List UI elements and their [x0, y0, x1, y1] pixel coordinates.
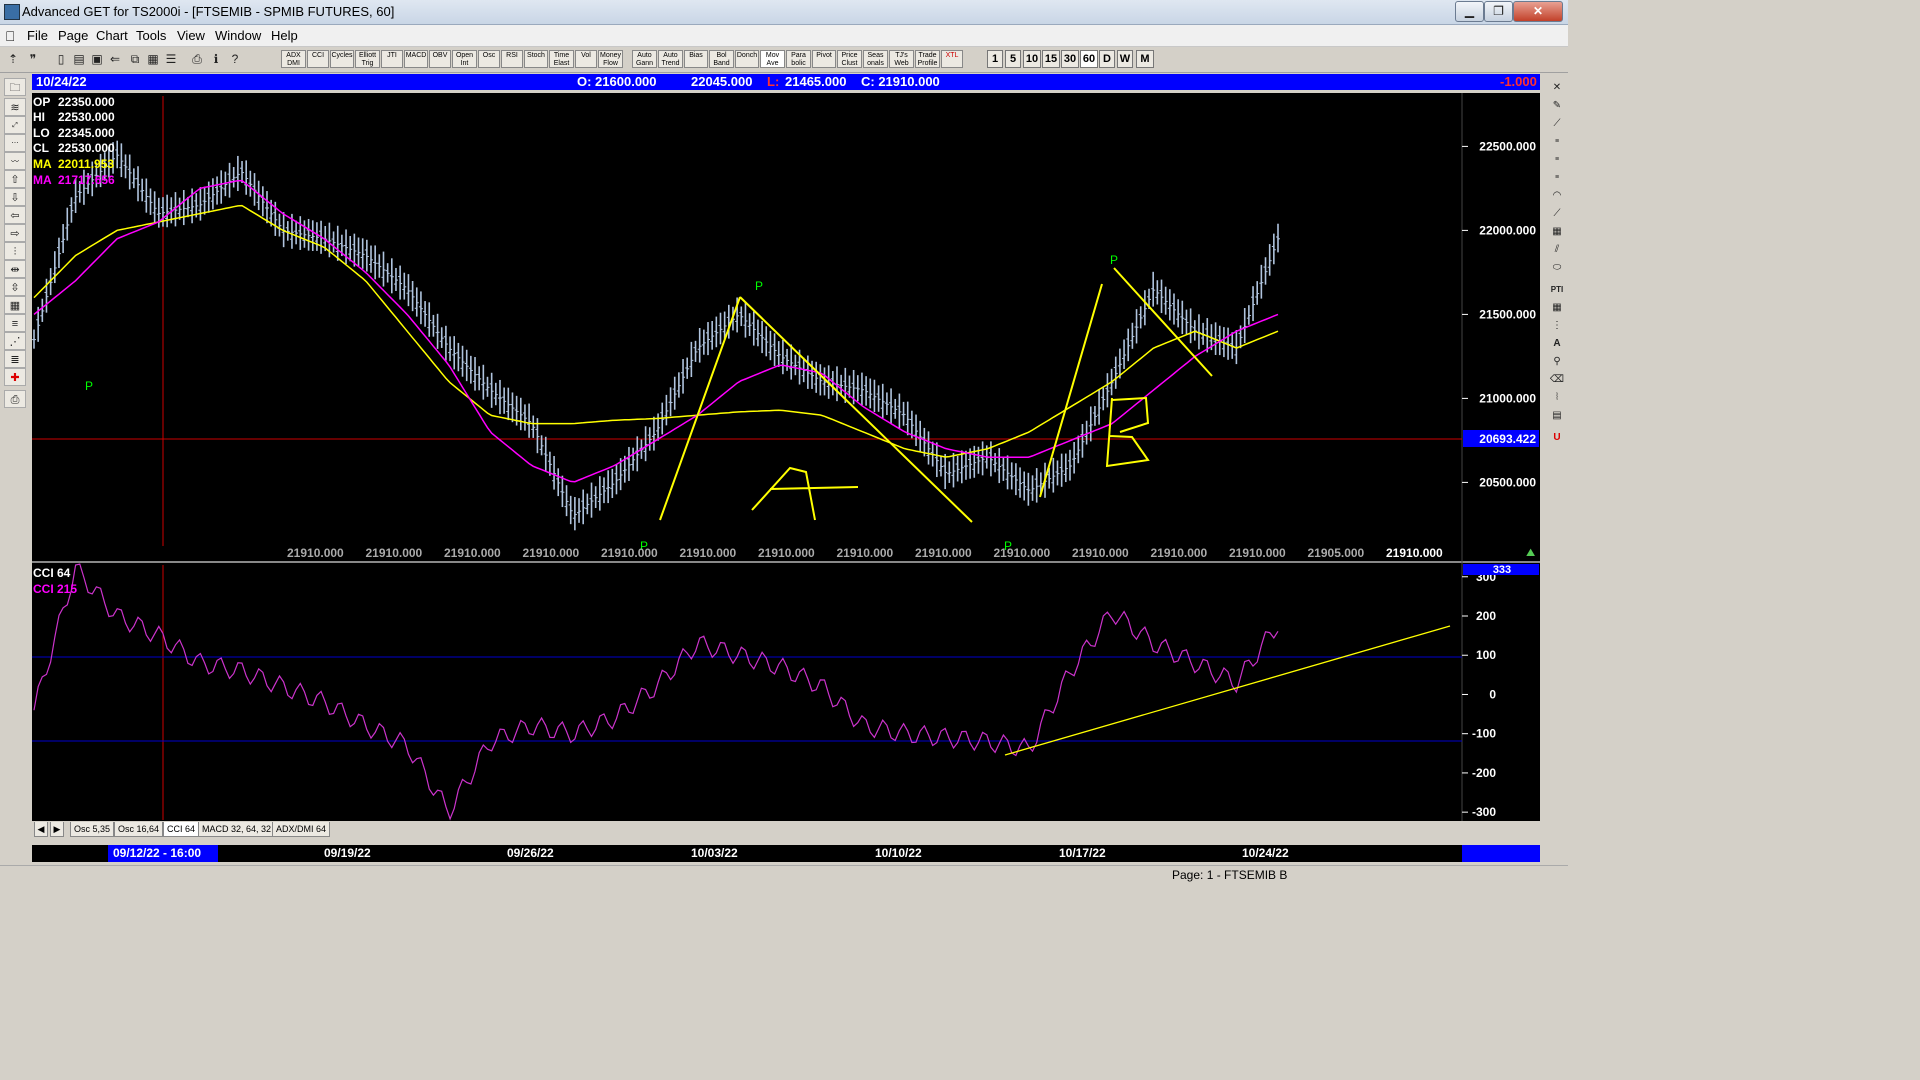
- cci-tick-label: 0: [1489, 687, 1496, 701]
- readout-ma-fast-label: MA: [33, 157, 52, 171]
- cci-axis-bg: [1462, 563, 1540, 821]
- status-text: Page: 1 - FTSEMIB B: [1172, 868, 1288, 882]
- pivot-marker: P: [85, 379, 93, 393]
- price-bottom-label: 21910.000: [366, 546, 423, 560]
- date-axis: 09/12/22 - 16:00 09/19/22 09/26/22 10/03…: [32, 845, 1462, 862]
- date-label: 10/17/22: [1059, 846, 1106, 860]
- price-bottom-label: 21910.000: [1151, 546, 1208, 560]
- price-bottom-label: 21910.000: [837, 546, 894, 560]
- indicator-tabs: ◀ ▶ Osc 5,35 Osc 16,64 CCI 64 MACD 32, 6…: [32, 822, 1462, 838]
- readout-lo-value: 22345.000: [58, 126, 115, 140]
- date-label: 09/26/22: [507, 846, 554, 860]
- tab-osc-5-35[interactable]: Osc 5,35: [70, 822, 115, 837]
- readout-hi-value: 22530.000: [58, 110, 115, 124]
- price-tick-label: 20500.000: [1479, 475, 1536, 489]
- price-bottom-label: 21910.000: [444, 546, 501, 560]
- cci-badge: 333: [1493, 564, 1511, 576]
- pivot-marker: P: [755, 279, 763, 293]
- readout-cl-value: 22530.000: [58, 141, 115, 155]
- date-label-selected: 09/12/22 - 16:00: [113, 846, 202, 860]
- price-bottom-label: 21910.000: [915, 546, 972, 560]
- date-axis-corner: [1462, 845, 1540, 862]
- tab-next-icon[interactable]: ▶: [50, 822, 64, 837]
- readout-cl-label: CL: [33, 141, 49, 155]
- price-bottom-label: 21910.000: [1386, 546, 1443, 560]
- chart-canvas[interactable]: 22500.000 22000.000 21500.000 21000.000 2050…: [0, 0, 1568, 882]
- price-tick-label: 21000.000: [1479, 391, 1536, 405]
- readout-hi-label: HI: [33, 110, 45, 124]
- readout-op-value: 22350.000: [58, 95, 115, 109]
- price-bottom-label: 21910.000: [601, 546, 658, 560]
- price-readout: OP 22350.000 HI 22530.000 LO 22345.000 C…: [33, 95, 115, 187]
- price-tick-label: 22000.000: [1479, 223, 1536, 237]
- date-label: 10/03/22: [691, 846, 738, 860]
- date-label: 10/10/22: [875, 846, 922, 860]
- tab-osc-16-64[interactable]: Osc 16,64: [114, 822, 164, 837]
- price-bottom-label: 21910.000: [758, 546, 815, 560]
- tab-cci-64[interactable]: CCI 64: [163, 822, 200, 837]
- cci-label-1: CCI 64: [33, 566, 71, 580]
- cci-panel-bg: [32, 563, 1462, 821]
- price-bottom-label: 21910.000: [994, 546, 1051, 560]
- readout-ma-slow-label: MA: [33, 173, 52, 187]
- readout-lo-label: LO: [33, 126, 50, 140]
- price-tick-label: 21500.000: [1479, 307, 1536, 321]
- date-label: 09/19/22: [324, 846, 371, 860]
- price-bottom-label: 21910.000: [1229, 546, 1286, 560]
- readout-ma-fast-value: 22011.953: [58, 157, 114, 171]
- price-tick-label: 22500.000: [1479, 139, 1536, 153]
- tab-adx-dmi[interactable]: ADX/DMI 64: [272, 822, 331, 837]
- date-label: 10/24/22: [1242, 846, 1289, 860]
- readout-op-label: OP: [33, 95, 50, 109]
- cci-tick-label: -300: [1472, 805, 1496, 819]
- cci-tick-label: -100: [1472, 727, 1496, 741]
- price-axis-bg: [1462, 93, 1540, 561]
- price-bottom-label: 21910.000: [1072, 546, 1129, 560]
- cci-tick-label: 200: [1476, 609, 1496, 623]
- price-bottom-label: 21910.000: [287, 546, 344, 560]
- scale-icon[interactable]: ⛰: [1526, 547, 1535, 559]
- tab-macd[interactable]: MACD 32, 64, 32: [198, 822, 276, 837]
- readout-ma-slow-value: 21717.656: [58, 173, 115, 187]
- pivot-marker: P: [1110, 253, 1118, 267]
- price-hline-label: 20693.422: [1479, 432, 1536, 446]
- tab-prev-icon[interactable]: ◀: [34, 822, 48, 837]
- status-bar: Page: 1 - FTSEMIB B: [0, 865, 1568, 883]
- cci-tick-label: 100: [1476, 648, 1496, 662]
- price-bottom-label: 21910.000: [680, 546, 737, 560]
- price-bottom-labels: 21910.000 21910.000 21910.000 21910.000 2191…: [287, 546, 1443, 560]
- cci-label-2: CCI 215: [33, 582, 77, 596]
- price-bottom-label: 21910.000: [523, 546, 580, 560]
- cci-tick-label: -200: [1472, 766, 1496, 780]
- price-bottom-label: 21905.000: [1308, 546, 1365, 560]
